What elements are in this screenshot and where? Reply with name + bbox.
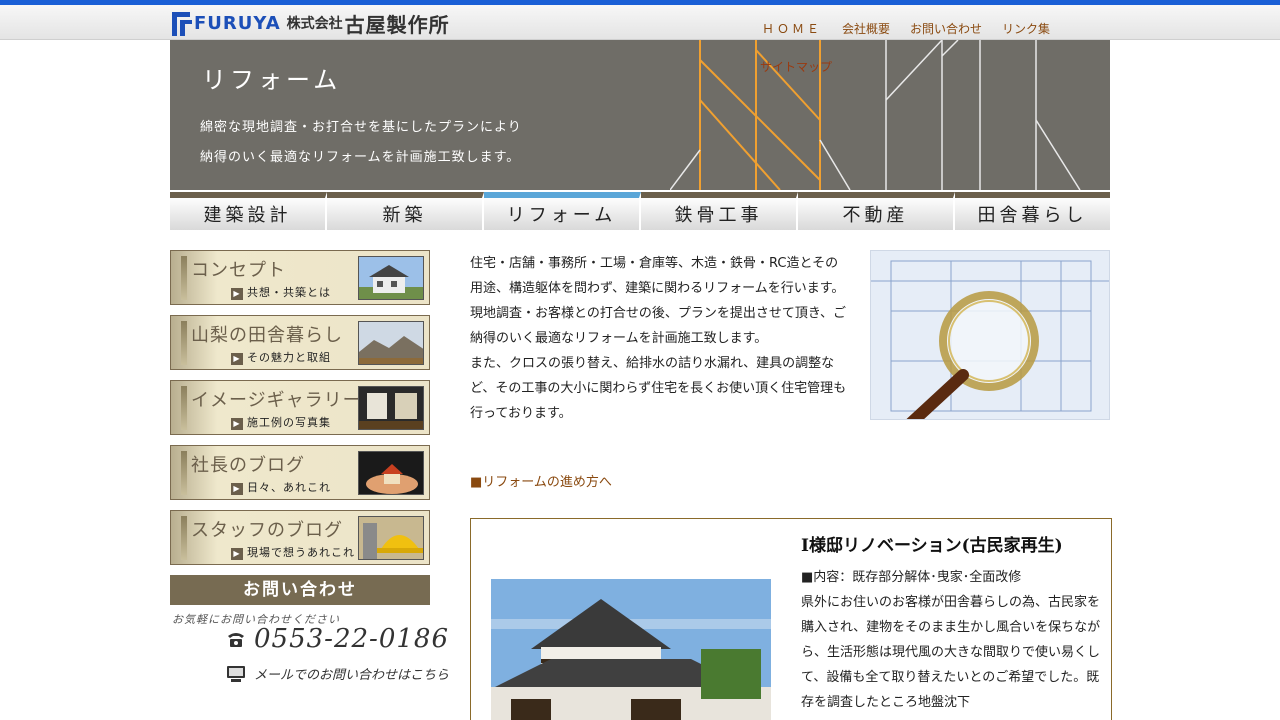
sidebar-item-subtitle-text: 現場で想うあれこれ xyxy=(247,546,355,559)
nav-links-link[interactable]: リンク集 xyxy=(1002,20,1050,37)
play-arrow-icon: ▶ xyxy=(231,548,243,560)
phone-number: 0553-22-0186 xyxy=(254,624,449,654)
logo-company-name: 古屋製作所 xyxy=(344,12,450,37)
intro-paragraph-1: 住宅・店舗・事務所・工場・倉庫等、木造・鉄骨・RC造とその用途、構造躯体を問わず… xyxy=(470,256,846,346)
email-contact-link[interactable]: メールでのお問い合わせはこちら xyxy=(226,664,449,683)
interior-thumbnail xyxy=(358,386,424,430)
card-accent-bar xyxy=(181,256,187,300)
hardhat-thumbnail xyxy=(358,516,424,560)
reform-process-link[interactable]: ■リフォームの進め方へ xyxy=(470,471,612,490)
sidebar-item-subtitle: ▶ その魅力と取組 xyxy=(231,349,331,365)
case-content-line: ■内容：既存部分解体･曳家･全面改修 xyxy=(801,570,1022,585)
card-accent-bar xyxy=(181,321,187,365)
nav-contact-link[interactable]: お問い合わせ xyxy=(910,20,982,37)
case-body: ■内容：既存部分解体･曳家･全面改修 県外にお住いのお客様が田舎暮らしの為、古民… xyxy=(801,565,1101,715)
tab-reform[interactable]: リフォーム xyxy=(484,192,641,230)
logo-company-prefix: 株式会社 xyxy=(286,16,343,32)
main-navigation: 建築設計 新築 リフォーム 鉄骨工事 不動産 田舎暮らし xyxy=(170,192,1110,230)
tab-new-construction[interactable]: 新築 xyxy=(327,192,484,230)
card-accent-bar xyxy=(181,386,187,430)
sidebar-item-subtitle: ▶ 施工例の写真集 xyxy=(231,414,331,430)
hero-title: リフォーム xyxy=(202,66,342,94)
sidebar-item-subtitle-text: 共想・共築とは xyxy=(247,286,331,299)
sidebar-item-title: 社長のブログ xyxy=(191,455,305,476)
contact-heading: お問い合わせ xyxy=(170,575,430,605)
email-contact-label: メールでのお問い合わせはこちら xyxy=(254,668,450,683)
tab-real-estate[interactable]: 不動産 xyxy=(798,192,955,230)
telephone-icon xyxy=(228,633,244,647)
case-title: I様邸リノベーション(古民家再生) xyxy=(801,536,1063,556)
intro-text: 住宅・店舗・事務所・工場・倉庫等、木造・鉄骨・RC造とその用途、構造躯体を問わず… xyxy=(470,251,850,426)
hero-text-line-2: 納得のいく最適なリフォームを計画施工致します。 xyxy=(200,150,521,165)
contact-phone[interactable]: 0553-22-0186 xyxy=(226,624,449,654)
hands-house-thumbnail xyxy=(358,451,424,495)
sidebar-item-title: イメージギャラリー xyxy=(191,390,362,411)
sidebar-item-yamanashi-country-life[interactable]: 山梨の田舎暮らし ▶ その魅力と取組 xyxy=(170,315,430,370)
sidebar-item-image-gallery[interactable]: イメージギャラリー ▶ 施工例の写真集 xyxy=(170,380,430,435)
house-thumbnail xyxy=(358,256,424,300)
furuya-logo-icon xyxy=(172,10,192,36)
sidebar-item-subtitle: ▶ 現場で想うあれこれ xyxy=(231,544,355,560)
sidebar-item-concept[interactable]: コンセプト ▶ 共想・共築とは xyxy=(170,250,430,305)
logo-english-name: FURUYA xyxy=(194,12,281,34)
hero-text-line-1: 綿密な現地調査・お打合せを基にしたプランにより xyxy=(200,120,522,135)
top-navigation: ＨＯＭＥ 会社概要 お問い合わせ リンク集 xyxy=(762,20,1070,37)
sidebar-item-title: コンセプト xyxy=(191,260,286,281)
blueprint-magnifier-image xyxy=(870,250,1110,420)
tab-steel-work[interactable]: 鉄骨工事 xyxy=(641,192,798,230)
nav-home-link[interactable]: ＨＯＭＥ xyxy=(762,20,822,37)
play-arrow-icon: ▶ xyxy=(231,483,243,495)
play-arrow-icon: ▶ xyxy=(231,288,243,300)
intro-paragraph-2: また、クロスの張り替え、給排水の詰り水漏れ、建具の調整など、その工事の大小に関わ… xyxy=(470,356,847,421)
case-description: 県外にお住いのお客様が田舎暮らしの為、古民家を購入され、建物をそのまま生かし風合… xyxy=(801,595,1101,710)
play-arrow-icon: ▶ xyxy=(231,418,243,430)
sidebar-item-subtitle-text: その魅力と取組 xyxy=(247,351,331,364)
sitemap-link[interactable]: サイトマップ xyxy=(760,58,832,75)
computer-icon xyxy=(227,665,245,682)
sidebar-item-title: 山梨の田舎暮らし xyxy=(191,325,343,346)
sidebar: コンセプト ▶ 共想・共築とは 山梨の田舎暮らし ▶ その魅力と取組 イメージギャラ… xyxy=(170,250,430,575)
tab-country-living[interactable]: 田舎暮らし xyxy=(955,192,1110,230)
sidebar-item-subtitle: ▶ 共想・共築とは xyxy=(231,284,331,300)
card-accent-bar xyxy=(181,451,187,495)
play-arrow-icon: ▶ xyxy=(231,353,243,365)
sidebar-item-subtitle: ▶ 日々、あれこれ xyxy=(231,479,331,495)
sidebar-item-subtitle-text: 日々、あれこれ xyxy=(247,481,331,494)
sidebar-item-title: スタッフのブログ xyxy=(191,520,343,541)
nav-company-link[interactable]: 会社概要 xyxy=(842,20,890,37)
sidebar-item-subtitle-text: 施工例の写真集 xyxy=(247,416,331,429)
case-study-box: I様邸リノベーション(古民家再生) ■内容：既存部分解体･曳家･全面改修 県外に… xyxy=(470,518,1112,720)
hero-line-art xyxy=(670,40,1081,190)
old-house-photo xyxy=(491,579,771,720)
card-accent-bar xyxy=(181,516,187,560)
sidebar-item-staff-blog[interactable]: スタッフのブログ ▶ 現場で想うあれこれ xyxy=(170,510,430,565)
hero-banner: リフォーム サイトマップ 綿密な現地調査・お打合せを基にしたプランにより 納得の… xyxy=(170,40,1110,190)
landscape-thumbnail xyxy=(358,321,424,365)
tab-architectural-design[interactable]: 建築設計 xyxy=(170,192,327,230)
site-logo[interactable]: FURUYA 株式会社 古屋製作所 xyxy=(172,9,450,37)
sidebar-item-president-blog[interactable]: 社長のブログ ▶ 日々、あれこれ xyxy=(170,445,430,500)
